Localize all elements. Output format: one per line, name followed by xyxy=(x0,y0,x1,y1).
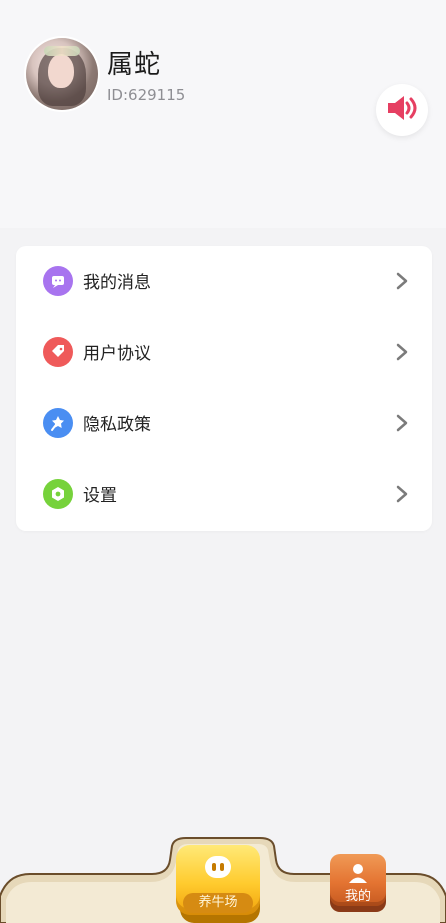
avatar-face xyxy=(48,54,74,88)
nav-mine-label: 我的 xyxy=(344,889,371,904)
menu-label-privacy-policy: 隐私政策 xyxy=(83,415,151,435)
tag-icon xyxy=(43,337,73,367)
avatar[interactable] xyxy=(26,38,98,110)
menu-label-settings: 设置 xyxy=(83,486,117,506)
menu-item-messages[interactable]: 我的消息 xyxy=(16,246,432,317)
menu-label-user-agreement: 用户协议 xyxy=(83,344,151,364)
star-pin-icon xyxy=(43,408,73,438)
speaker-icon xyxy=(386,94,418,126)
nav-home-label: 养牛场 xyxy=(183,893,253,913)
user-id: ID:629115 xyxy=(107,86,186,104)
gear-icon xyxy=(43,479,73,509)
nav-tab-cattle-farm[interactable]: 养牛场 xyxy=(176,845,260,923)
chevron-right-icon xyxy=(396,485,408,503)
menu-item-settings[interactable]: 设置 xyxy=(16,459,432,530)
menu-item-privacy-policy[interactable]: 隐私政策 xyxy=(16,388,432,459)
profile-header: 属蛇 ID:629115 xyxy=(0,0,446,228)
menu-label-messages: 我的消息 xyxy=(83,273,151,293)
avatar-flower-crown xyxy=(44,46,80,56)
person-icon xyxy=(349,864,367,883)
menu-item-user-agreement[interactable]: 用户协议 xyxy=(16,317,432,388)
chevron-right-icon xyxy=(396,272,408,290)
message-icon xyxy=(43,266,73,296)
username: 属蛇 xyxy=(107,50,162,80)
bottom-navigation: 养牛场 我的 xyxy=(0,836,446,923)
sound-toggle-button[interactable] xyxy=(376,84,428,136)
chevron-right-icon xyxy=(396,414,408,432)
cow-face-icon xyxy=(205,856,231,878)
nav-tab-mine[interactable]: 我的 xyxy=(330,854,386,912)
menu-card: 我的消息 用户协议 隐私政策 设置 xyxy=(16,246,432,531)
chevron-right-icon xyxy=(396,343,408,361)
